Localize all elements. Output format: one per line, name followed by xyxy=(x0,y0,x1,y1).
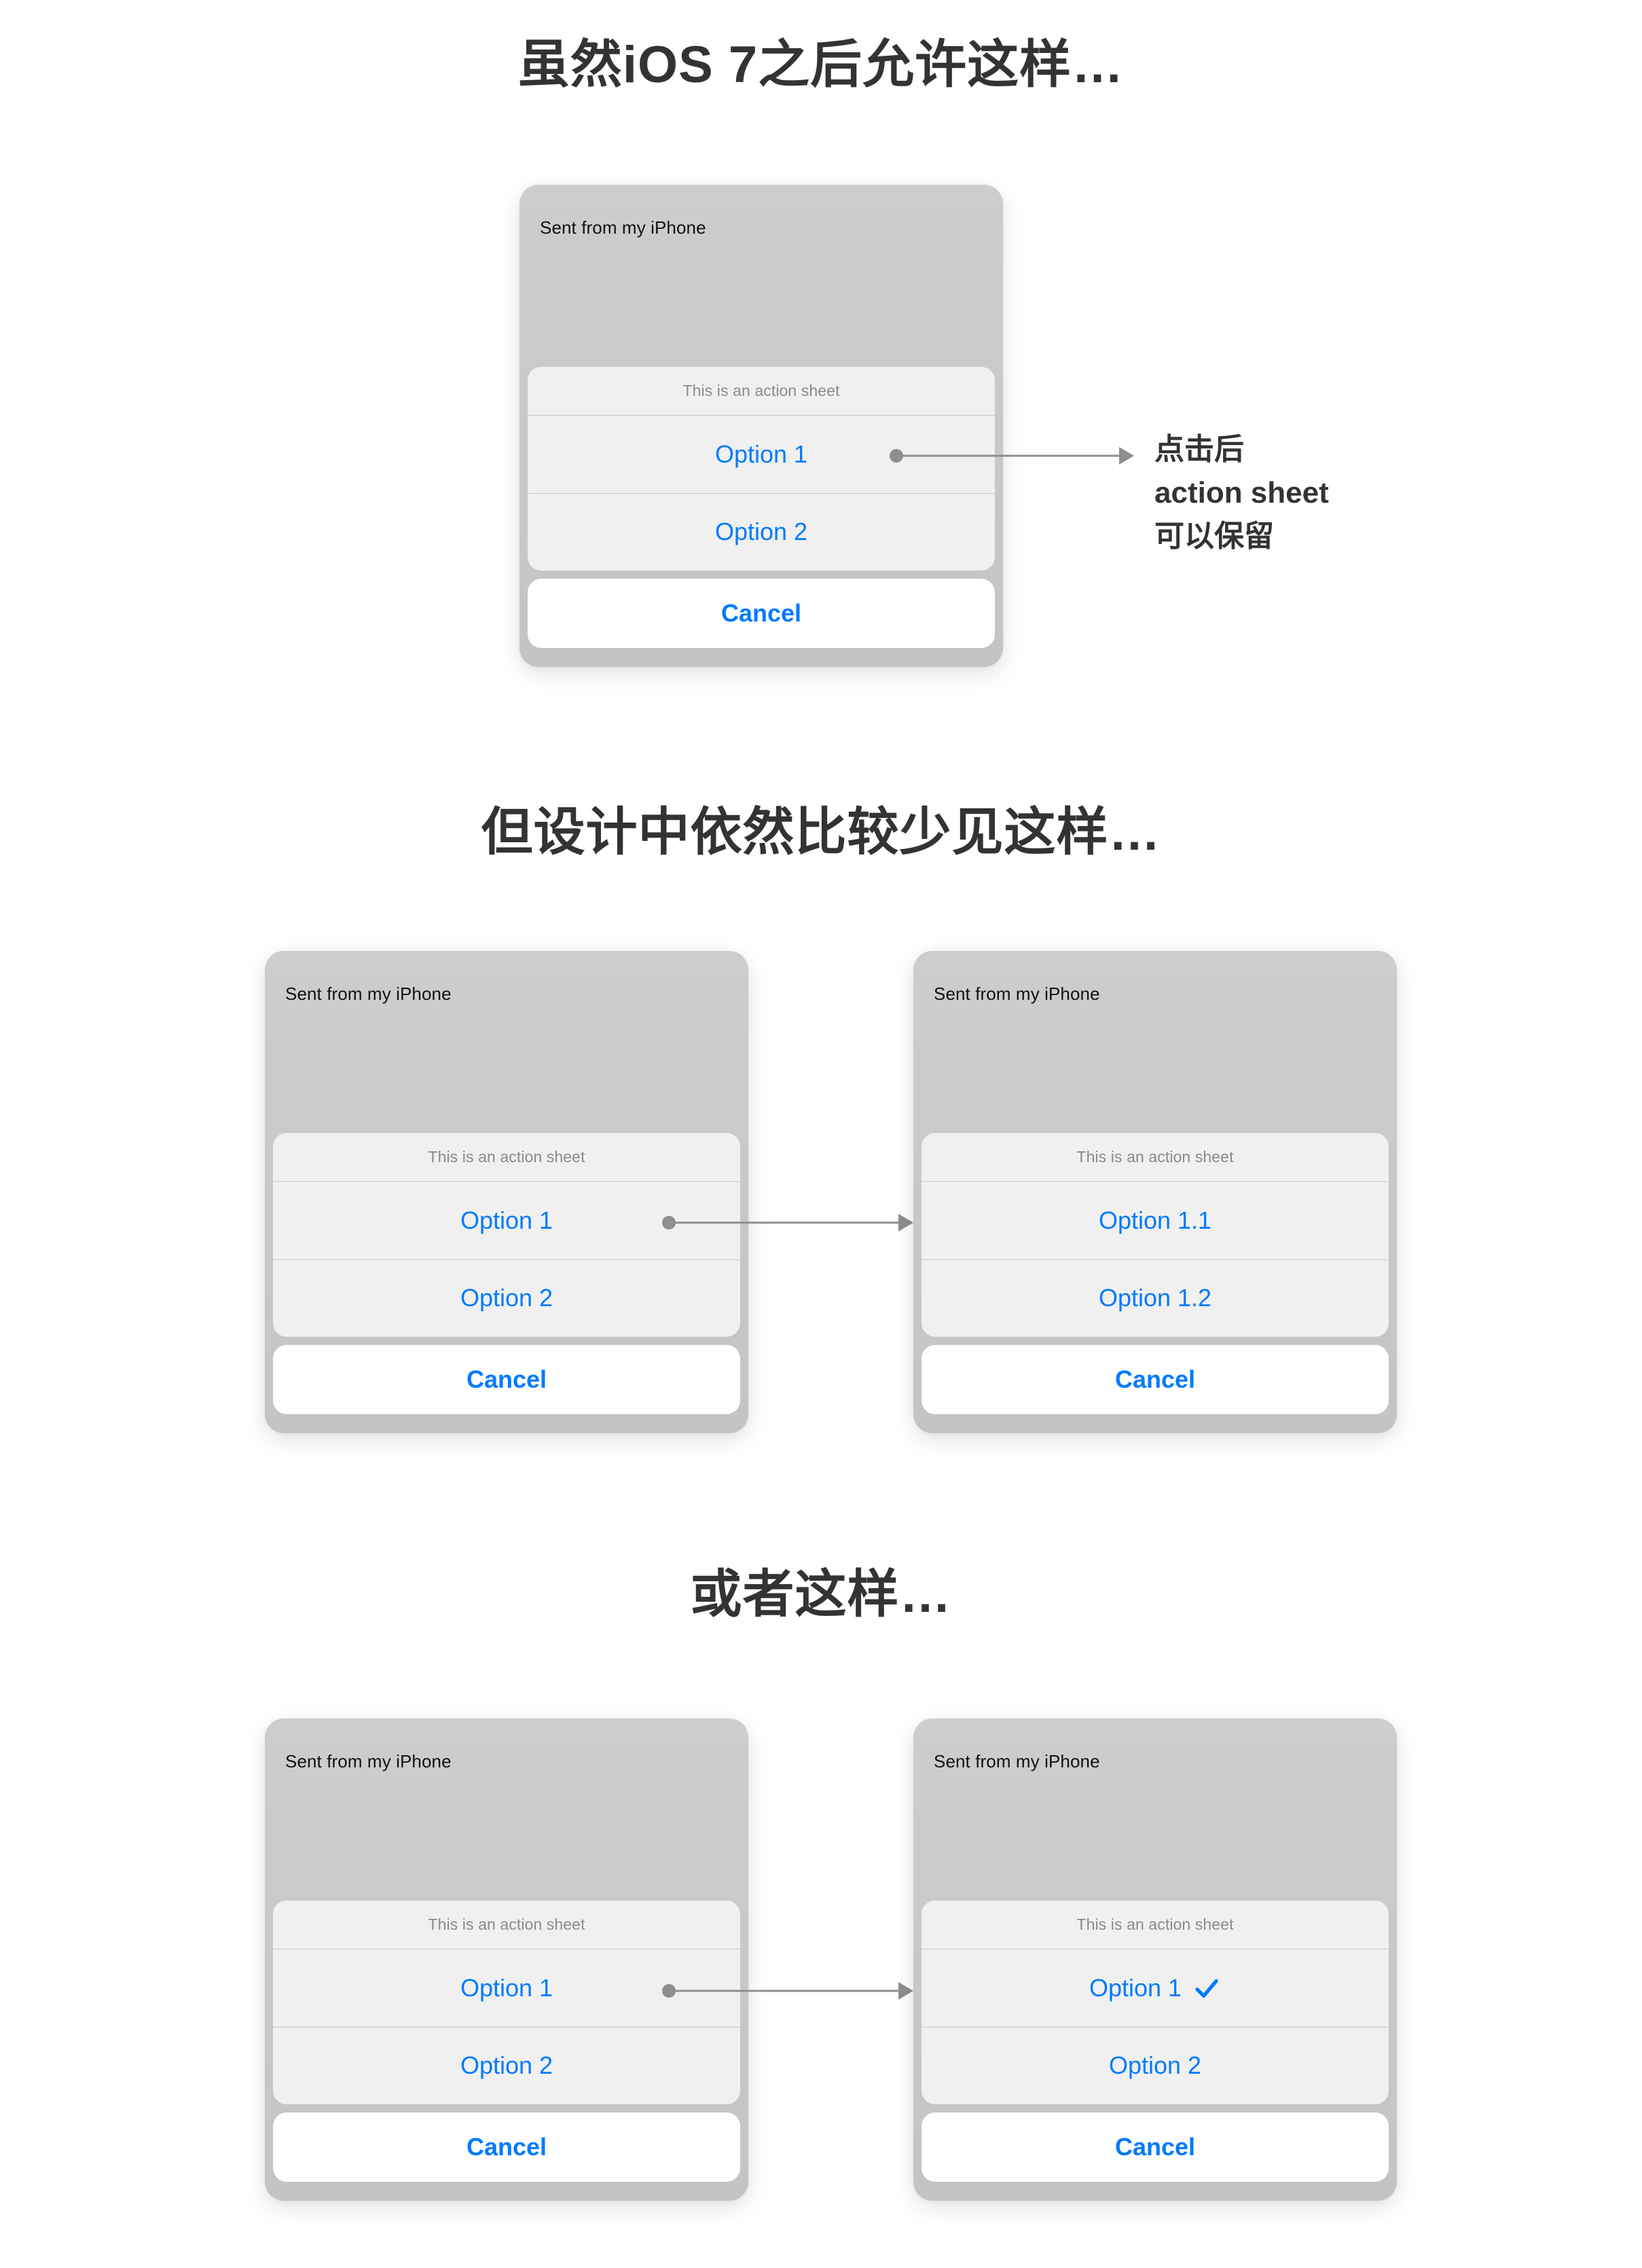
check-icon xyxy=(1192,1974,1221,2002)
arrow-right-icon xyxy=(1119,447,1134,465)
cancel-button-label: Cancel xyxy=(466,2133,547,2161)
action-sheet-group: This is an action sheet Option 1 Option … xyxy=(273,1133,740,1337)
section-1-heading: 虽然iOS 7之后允许这样… xyxy=(517,36,1125,94)
phone-card: Sent from my iPhone This is an action sh… xyxy=(519,185,1003,667)
action-sheet-title: This is an action sheet xyxy=(273,1133,740,1182)
action-sheet-option-label: Option 2 xyxy=(1108,2051,1202,2079)
cancel-button[interactable]: Cancel xyxy=(922,2112,1389,2182)
phone-card: Sent from my iPhone This is an action sh… xyxy=(913,1718,1397,2201)
annotation-line: 可以保留 xyxy=(1154,519,1274,553)
connector-arrow xyxy=(662,1214,913,1231)
action-sheet-title: This is an action sheet xyxy=(273,1901,740,1949)
cancel-button[interactable]: Cancel xyxy=(922,1345,1389,1414)
connector-line xyxy=(669,1221,900,1224)
action-sheet-option[interactable]: Option 2 xyxy=(273,2027,740,2104)
action-sheet-group: This is an action sheet Option 1 Option … xyxy=(922,1901,1389,2104)
action-sheet-option-label: Option 2 xyxy=(460,2051,553,2079)
section-2-heading: 但设计中依然比较少见这样… xyxy=(481,804,1161,861)
action-sheet-title: This is an action sheet xyxy=(922,1901,1389,1949)
action-sheet-group: This is an action sheet Option 1.1 Optio… xyxy=(922,1133,1389,1337)
action-sheet-option-label: Option 1 xyxy=(714,440,808,468)
connector-line xyxy=(896,454,1120,457)
action-sheet-option[interactable]: Option 1.1 xyxy=(922,1182,1389,1259)
action-sheet-title: This is an action sheet xyxy=(528,367,995,416)
arrow-right-icon xyxy=(898,1214,913,1231)
action-sheet-option-label: Option 1.2 xyxy=(1098,1284,1212,1312)
action-sheet-option-label: Option 1 xyxy=(460,1974,553,2002)
cancel-button[interactable]: Cancel xyxy=(273,1345,740,1414)
action-sheet-option[interactable]: Option 2 xyxy=(528,493,995,570)
cancel-button[interactable]: Cancel xyxy=(528,579,995,648)
card-body-text: Sent from my iPhone xyxy=(934,1751,1100,1771)
card-body-text: Sent from my iPhone xyxy=(934,984,1100,1004)
card-body-text: Sent from my iPhone xyxy=(540,217,706,238)
action-sheet-option-label: Option 1 xyxy=(1089,1974,1182,2002)
action-sheet-option-label: Option 2 xyxy=(714,518,808,545)
action-sheet-option-label: Option 1 xyxy=(460,1206,553,1234)
arrow-right-icon xyxy=(898,1982,913,2000)
cancel-button-label: Cancel xyxy=(1114,1365,1196,1393)
annotation-text: 点击后 action sheet 可以保留 xyxy=(1154,428,1329,558)
action-sheet-option[interactable]: Option 1.2 xyxy=(922,1259,1389,1336)
action-sheet-option[interactable]: Option 2 xyxy=(273,1259,740,1336)
action-sheet-title: This is an action sheet xyxy=(922,1133,1389,1182)
phone-card: Sent from my iPhone This is an action sh… xyxy=(265,951,748,1433)
cancel-button-label: Cancel xyxy=(720,599,802,627)
cancel-button-label: Cancel xyxy=(466,1365,547,1393)
action-sheet-group: This is an action sheet Option 1 Option … xyxy=(528,367,995,571)
card-body-text: Sent from my iPhone xyxy=(285,1751,452,1771)
phone-card: Sent from my iPhone This is an action sh… xyxy=(913,951,1397,1433)
cancel-button-label: Cancel xyxy=(1114,2133,1196,2161)
connector-line xyxy=(669,1990,900,1992)
phone-card: Sent from my iPhone This is an action sh… xyxy=(265,1718,748,2201)
section-3-heading: 或者这样… xyxy=(690,1566,952,1623)
cancel-button[interactable]: Cancel xyxy=(273,2112,740,2182)
annotation-line: 点击后 xyxy=(1154,433,1244,466)
connector-arrow xyxy=(662,1982,913,2000)
card-body-text: Sent from my iPhone xyxy=(285,984,452,1004)
action-sheet-option[interactable]: Option 2 xyxy=(922,2027,1389,2104)
action-sheet-option-label: Option 2 xyxy=(460,1284,553,1312)
action-sheet-group: This is an action sheet Option 1 Option … xyxy=(273,1901,740,2104)
annotation-line: action sheet xyxy=(1154,475,1329,509)
action-sheet-option-selected[interactable]: Option 1 xyxy=(922,1949,1389,2027)
connector-arrow xyxy=(890,447,1134,465)
action-sheet-option-label: Option 1.1 xyxy=(1098,1206,1212,1234)
